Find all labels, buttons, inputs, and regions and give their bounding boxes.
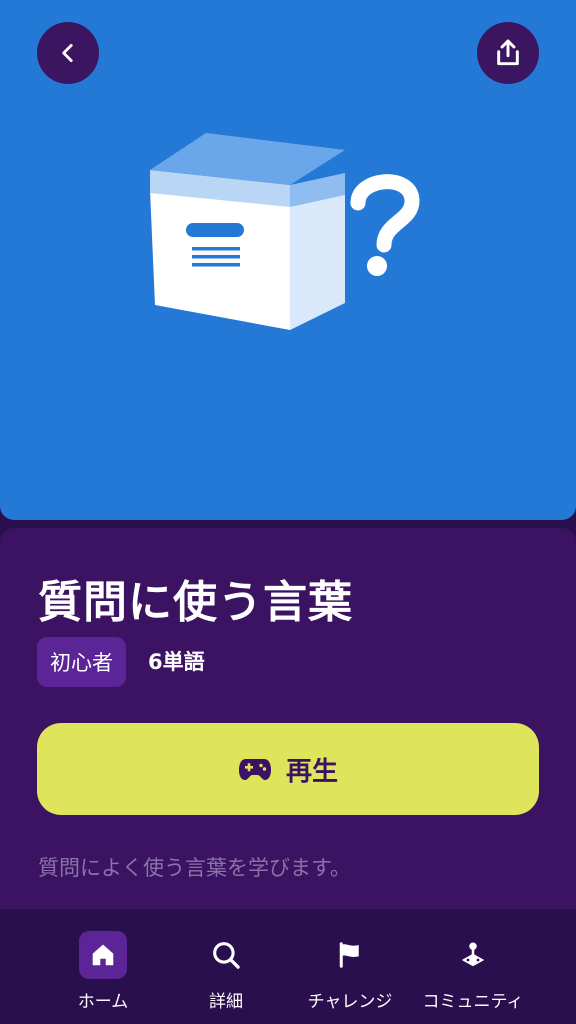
nav-item-community[interactable]: コミュニティ — [401, 909, 545, 1024]
share-button[interactable] — [477, 22, 539, 84]
play-button[interactable]: 再生 — [37, 723, 539, 815]
back-button[interactable] — [37, 22, 99, 84]
nav-challenge-icon-wrap — [326, 931, 374, 979]
gamepad-icon — [238, 759, 271, 780]
box-question-illustration — [150, 133, 420, 330]
share-icon — [497, 39, 519, 66]
nav-home-highlight — [79, 931, 127, 979]
lesson-title: 質問に使う言葉 — [38, 577, 353, 628]
lesson-detail-screen: 質問に使う言葉 初心者 6単語 再生 質問によく使う言葉を学びます。 ホーム 詳… — [0, 0, 576, 1024]
nav-details-icon-wrap — [202, 931, 250, 979]
chevron-left-icon — [62, 44, 73, 62]
nav-label-details: 詳細 — [209, 992, 243, 1012]
nav-label-community: コミュニティ — [422, 992, 524, 1012]
level-badge: 初心者 — [37, 637, 126, 687]
search-icon — [213, 942, 240, 969]
bottom-navigation: ホーム 詳細 チャレンジ コミュニティ — [0, 908, 576, 1024]
word-count: 6単語 — [148, 650, 205, 674]
home-icon — [92, 944, 114, 966]
flag-icon — [339, 942, 359, 968]
play-button-label: 再生 — [285, 756, 338, 787]
hero-banner — [0, 0, 576, 520]
nav-community-icon-wrap — [449, 931, 497, 979]
lesson-description: 質問によく使う言葉を学びます。 — [38, 856, 351, 880]
joystick-icon — [461, 942, 485, 967]
nav-item-details[interactable]: 詳細 — [154, 909, 298, 1024]
